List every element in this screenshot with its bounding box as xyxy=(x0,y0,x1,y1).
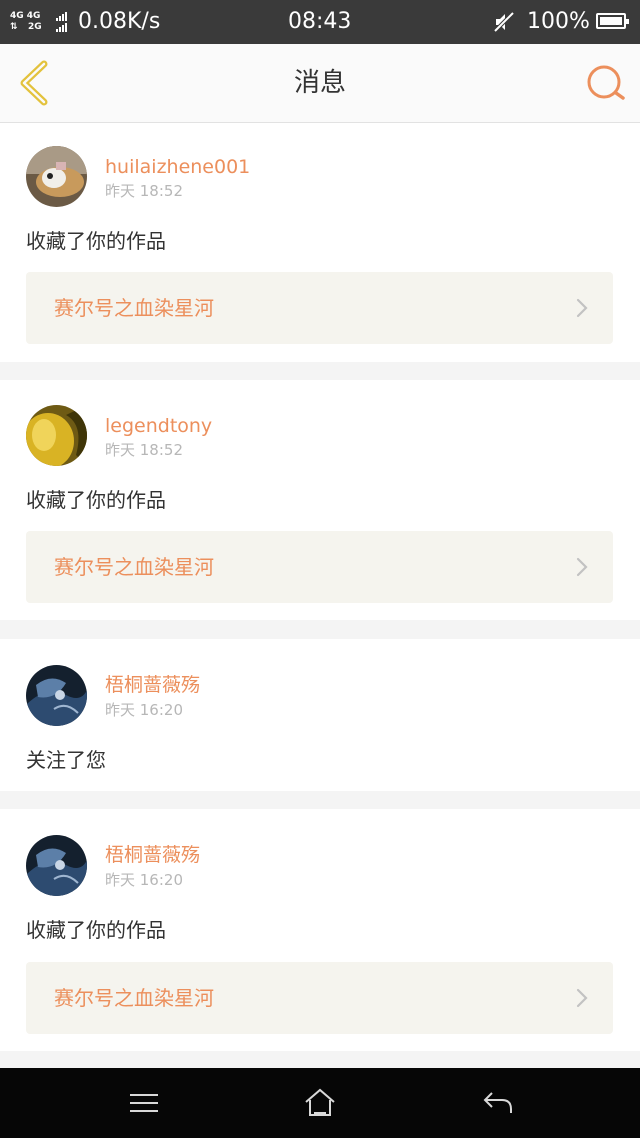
search-button[interactable] xyxy=(584,62,626,104)
message-item: 梧桐蔷薇殇 昨天 16:20 关注了您 xyxy=(0,639,640,791)
message-item: legendtony 昨天 18:52 收藏了你的作品 赛尔号之血染星河 xyxy=(0,380,640,620)
message-action: 收藏了你的作品 xyxy=(26,918,166,942)
message-item: 梧桐蔷薇殇 昨天 16:20 收藏了你的作品 赛尔号之血染星河 xyxy=(0,809,640,1051)
network-type-top: 4G 4G xyxy=(10,11,41,21)
avatar[interactable] xyxy=(26,405,87,466)
system-nav-bar xyxy=(0,1068,640,1138)
message-time: 昨天 18:52 xyxy=(105,182,183,200)
status-bar: 4G 4G 2G ⇅ 0.08K/s 08:43 100% xyxy=(0,0,640,44)
work-link[interactable]: 赛尔号之血染星河 xyxy=(26,272,613,344)
signal-icon: 4G 4G 2G ⇅ xyxy=(10,9,70,35)
username-link[interactable]: 梧桐蔷薇殇 xyxy=(105,672,200,698)
message-time: 昨天 16:20 xyxy=(105,871,183,889)
avatar[interactable] xyxy=(26,665,87,726)
home-icon[interactable] xyxy=(302,1085,338,1121)
message-time: 昨天 18:52 xyxy=(105,441,183,459)
battery-icon xyxy=(596,13,629,29)
username-link[interactable]: legendtony xyxy=(105,413,212,439)
network-type-bottom: 2G xyxy=(28,22,42,32)
top-bar: 消息 xyxy=(0,44,640,123)
work-title: 赛尔号之血染星河 xyxy=(54,555,214,579)
work-link[interactable]: 赛尔号之血染星河 xyxy=(26,962,613,1034)
username-link[interactable]: huilaizhene001 xyxy=(105,154,250,180)
avatar[interactable] xyxy=(26,835,87,896)
status-clock: 08:43 xyxy=(288,9,352,34)
work-title: 赛尔号之血染星河 xyxy=(54,296,214,320)
network-speed: 0.08K/s xyxy=(78,9,161,34)
message-action: 收藏了你的作品 xyxy=(26,488,166,512)
work-title: 赛尔号之血染星河 xyxy=(54,986,214,1010)
page-title: 消息 xyxy=(293,68,346,98)
message-time: 昨天 16:20 xyxy=(105,701,183,719)
avatar[interactable] xyxy=(26,146,87,207)
chevron-right-icon xyxy=(576,298,588,318)
back-arrow-icon[interactable] xyxy=(480,1085,516,1121)
mute-icon xyxy=(493,11,515,33)
menu-icon[interactable] xyxy=(126,1085,162,1121)
chevron-right-icon xyxy=(576,988,588,1008)
message-action: 关注了您 xyxy=(26,748,106,772)
battery-percent: 100% xyxy=(527,9,590,34)
message-item: huilaizhene001 昨天 18:52 收藏了你的作品 赛尔号之血染星河 xyxy=(0,123,640,362)
username-link[interactable]: 梧桐蔷薇殇 xyxy=(105,842,200,868)
chevron-right-icon xyxy=(576,557,588,577)
work-link[interactable]: 赛尔号之血染星河 xyxy=(26,531,613,603)
message-action: 收藏了你的作品 xyxy=(26,229,166,253)
